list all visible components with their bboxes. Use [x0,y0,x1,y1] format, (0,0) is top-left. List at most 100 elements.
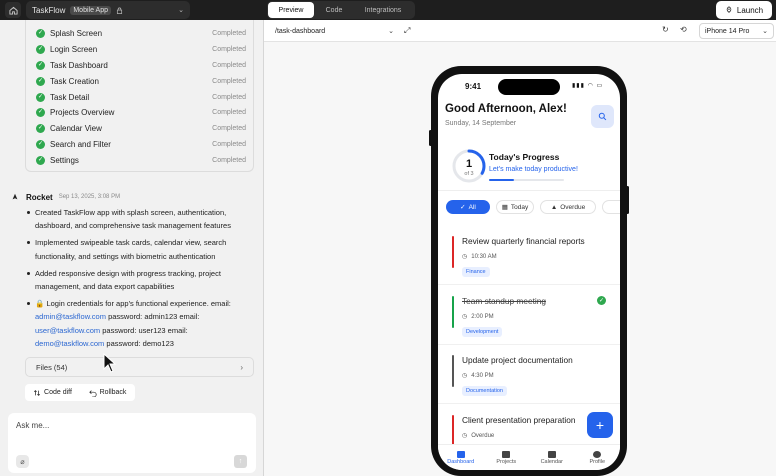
task-row: ✓ Splash Screen Completed [36,27,246,39]
task-card[interactable]: Update project documentation ◷ 4:30 PM D… [452,355,607,396]
code-diff-icon [33,389,41,396]
chat-input[interactable]: Ask me... ⌀ ↑ [8,413,256,473]
task-title: Client presentation preparation [462,415,576,425]
message-header: Rocket Sep 13, 2025, 3:08 PM [10,192,120,202]
task-status: Completed [212,29,246,37]
task-name: Task Dashboard [50,60,108,70]
nav-calendar[interactable]: Calendar [529,445,575,470]
task-row: ✓ Task Dashboard Completed [36,59,246,71]
task-name: Settings [50,155,79,165]
send-button[interactable]: ↑ [234,455,247,468]
filter-chip-today[interactable]: ▦ Today [496,200,534,214]
list-item: Created TaskFlow app with splash screen,… [27,206,249,232]
message-actions: Code diff Rollback [25,384,135,401]
admin-email-link[interactable]: admin@taskflow.com [35,312,106,321]
check-circle-icon: ✓ [36,92,45,102]
refresh-icon[interactable]: ↻ [662,25,669,34]
progress-bar [489,179,564,181]
task-row: ✓ Task Creation Completed [36,75,246,87]
plus-icon: + [595,417,605,433]
credentials-intro: Login credentials for app's functional e… [46,299,231,309]
task-row: ✓ Calendar View Completed [36,122,246,134]
filter-chip-more[interactable] [602,200,620,214]
demo-email-link[interactable]: demo@taskflow.com [35,339,104,348]
priority-bar [452,415,454,445]
code-diff-button[interactable]: Code diff [25,389,80,397]
search-button[interactable] [591,105,614,128]
message-timestamp: Sep 13, 2025, 3:08 PM [58,194,121,200]
rollback-label: Rollback [99,389,127,396]
files-accordion[interactable]: Files (54) › [25,357,254,377]
nav-projects[interactable]: Projects [484,445,530,470]
check-circle-icon: ✓ [36,155,45,165]
clock-icon: ◷ [462,433,468,439]
task-name: Projects Overview [50,107,115,117]
task-checklist: ✓ Splash Screen Completed ✓ Login Screen… [25,20,254,172]
chevron-right-icon: › [240,362,243,372]
check-circle-icon: ✓ [36,76,45,86]
filter-chip-all[interactable]: ✓ All [446,200,490,214]
folder-icon [502,450,511,458]
home-icon [8,6,18,15]
progress-ring: 1 of 3 [451,148,487,184]
task-card[interactable]: Review quarterly financial reports ◷ 10:… [452,236,607,277]
filter-chip-label: All [468,203,476,211]
check-circle-icon: ✓ [36,107,45,117]
task-time: ◷ 4:30 PM [462,372,494,380]
task-status: Completed [212,108,246,116]
task-title: Review quarterly financial reports [462,236,585,246]
filter-chip-overdue[interactable]: ▲ Overdue [540,200,596,214]
check-circle-icon: ✓ [36,139,45,149]
route-selector[interactable]: /task-dashboard ⌄ [269,23,400,39]
task-time-value: 2:00 PM [471,313,494,320]
task-row: ✓ Search and Filter Completed [36,138,246,150]
tab-code[interactable]: Code [314,2,354,18]
priority-bar [452,296,454,328]
chevron-down-icon: ⌄ [762,28,768,35]
task-time-value: 10:30 AM [471,253,497,260]
rollback-button[interactable]: Rollback [80,389,135,397]
status-time: 9:41 [465,82,482,91]
task-time: ◷ 10:30 AM [462,253,497,261]
task-status: Completed [212,45,246,53]
nav-profile[interactable]: Profile [575,445,621,470]
nav-label: Profile [589,458,606,465]
attach-button[interactable]: ⌀ [16,455,29,468]
chevron-down-icon: ⌄ [178,7,184,14]
task-card[interactable]: Client presentation preparation ◷ Overdu… [452,415,607,445]
launch-button[interactable]: Launch [716,1,772,19]
launch-label: Launch [736,5,764,15]
task-name: Splash Screen [50,28,103,38]
device-selector[interactable]: iPhone 14 Pro ⌄ [699,23,774,39]
mouse-cursor-icon [103,353,117,373]
task-status: Completed [212,156,246,164]
route-value: /task-dashboard [275,27,326,35]
divider [438,284,620,285]
divider [438,190,620,191]
phone-side-button [429,130,432,146]
home-button[interactable] [5,2,21,18]
task-row: ✓ Task Detail Completed [36,91,246,103]
rotate-icon[interactable]: ⟲ [680,25,687,34]
app-screen: 9:41 ▮▮▮ ◠ ▭ Good Afternoon, Alex! Sunda… [438,74,620,470]
task-tag: Development [462,327,503,337]
nav-dashboard[interactable]: Dashboard [438,445,484,470]
dashboard-icon [456,450,465,458]
progress-subtitle: Let's make today productive! [489,166,578,173]
task-name: Task Creation [50,76,99,86]
project-name: TaskFlow [32,5,66,15]
user-email-link[interactable]: user@taskflow.com [35,326,100,335]
add-task-button[interactable]: + [587,412,613,438]
expand-icon[interactable]: ⤢ [404,26,410,36]
chevron-down-icon: ⌄ [388,28,394,35]
admin-password: password: admin123 email: [108,312,200,322]
tab-preview[interactable]: Preview [268,2,314,18]
progress-count: 1 [465,158,473,170]
check-circle-icon: ✓ [36,44,45,54]
chat-input-placeholder: Ask me... [16,421,50,430]
project-selector[interactable]: TaskFlow Mobile App ⌄ [26,1,190,19]
task-card[interactable]: Team standup meeting ✓ ◷ 2:00 PM Develop… [452,296,607,337]
demo-password: password: demo123 [106,338,174,348]
lock-icon [116,7,123,14]
tab-integrations[interactable]: Integrations [354,2,412,18]
